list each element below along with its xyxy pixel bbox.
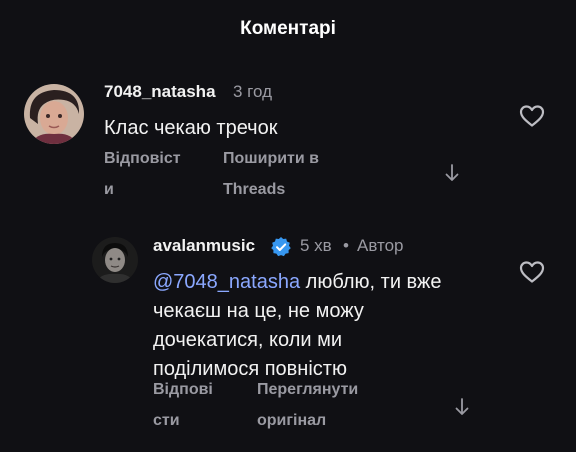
comment-text-line-1: @7048_natasha люблю, ти вже: [153, 268, 441, 297]
comment-timestamp: 3 год: [233, 82, 273, 101]
heart-outline-icon[interactable]: [519, 260, 545, 284]
comment-username[interactable]: avalanmusic: [153, 236, 255, 256]
arrow-down-icon[interactable]: [444, 163, 460, 183]
reply-label-line-2: и: [104, 181, 114, 198]
comment-text-line-2: чекаєш на це, не можу: [153, 300, 364, 322]
comment-text: @7048_natasha люблю, ти вже чекаєш на це…: [153, 268, 441, 384]
reply-label-line-2: сти: [153, 412, 180, 429]
avatar[interactable]: [92, 237, 138, 283]
comment-timestamp: 5 хв: [300, 236, 332, 255]
avatar[interactable]: [24, 84, 84, 144]
reply-button[interactable]: Відповіст и: [104, 143, 181, 205]
mention-link[interactable]: @7048_natasha: [153, 271, 300, 293]
view-original-label-line-1: Переглянути: [257, 381, 359, 398]
share-label-line-1: Поширити в: [223, 150, 320, 167]
heart-outline-icon[interactable]: [519, 104, 545, 128]
reply-label-line-1: Відпові: [153, 381, 213, 398]
comment-text-line-1-rest: люблю, ти вже: [300, 271, 442, 293]
view-original-label-line-2: оригінал: [257, 412, 327, 429]
comment-text: Клас чекаю тречок: [104, 117, 278, 139]
share-label-line-2: Threads: [223, 181, 286, 198]
comment-text-line-3: дочекатися, коли ми: [153, 329, 343, 351]
avatar-natasha-image: [24, 84, 84, 144]
meta-separator: •: [343, 236, 349, 255]
avatar-avalanmusic-image: [92, 237, 138, 283]
view-original-button[interactable]: Переглянути оригінал: [257, 374, 358, 436]
share-to-threads-button[interactable]: Поширити в Threads: [223, 143, 319, 205]
reply-label-line-1: Відповіст: [104, 150, 181, 167]
arrow-down-icon[interactable]: [454, 397, 470, 417]
author-badge: Автор: [357, 236, 404, 255]
verified-badge-icon: [270, 236, 292, 258]
page-title: Коментарі: [240, 18, 336, 39]
comment-username[interactable]: 7048_natasha: [104, 82, 216, 102]
reply-button[interactable]: Відпові сти: [153, 374, 213, 436]
